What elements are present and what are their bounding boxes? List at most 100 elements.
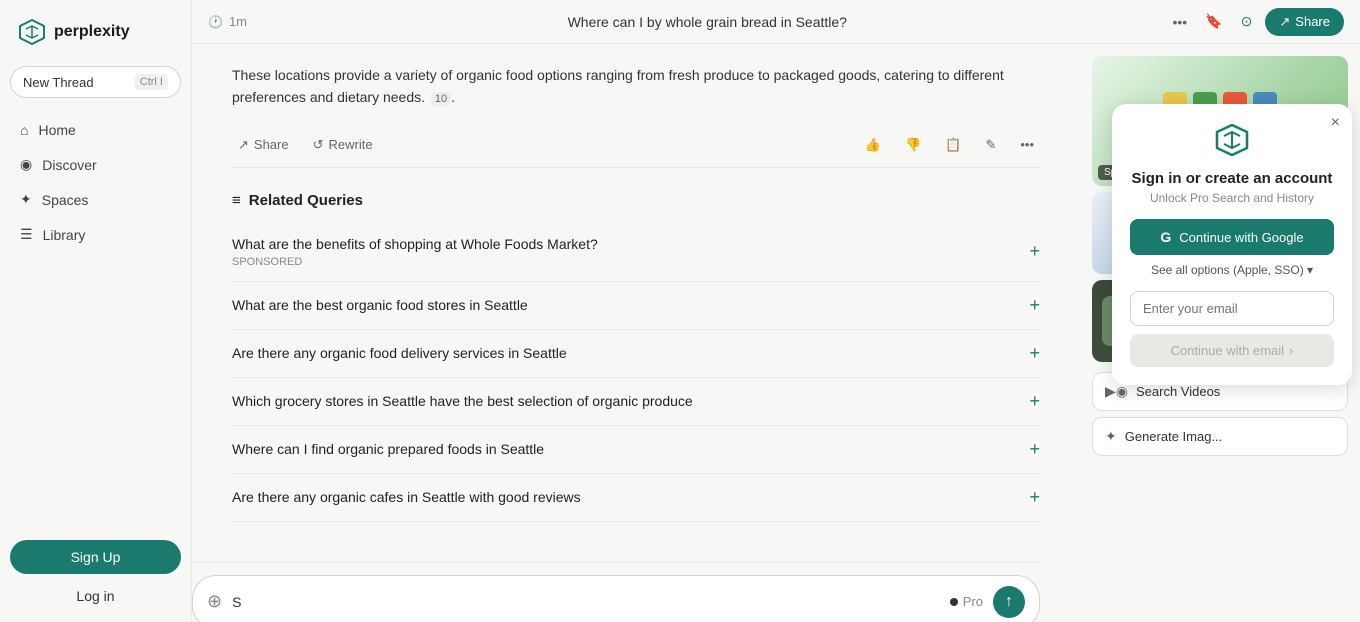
content-text: These locations provide a variety of org…	[232, 64, 1040, 109]
related-item-0[interactable]: What are the benefits of shopping at Who…	[232, 223, 1040, 282]
sidebar-item-home[interactable]: ⌂ Home	[10, 114, 181, 146]
share-icon: ↗	[1279, 14, 1290, 30]
related-header: ≡ Related Queries	[232, 192, 1040, 209]
popup-title: Sign in or create an account	[1130, 170, 1334, 187]
sign-up-button[interactable]: Sign Up	[10, 540, 181, 574]
google-signin-button[interactable]: G Continue with Google	[1130, 219, 1334, 255]
edit-icon: ✎	[985, 137, 996, 153]
topbar-actions: ••• 🔖 ⊙ ↗ Share	[1168, 8, 1345, 36]
plus-icon: +	[1029, 295, 1040, 316]
bookmark-button[interactable]: 🔖	[1200, 8, 1227, 35]
right-panel: So many ways to save. Sponsored Seattle …	[1080, 44, 1360, 622]
new-thread-label: New Thread	[23, 75, 94, 90]
thumbs-down-button[interactable]: 👎	[899, 133, 927, 157]
sponsored-label: SPONSORED	[232, 256, 598, 268]
clock-icon: 🕐	[208, 15, 223, 29]
thumbs-up-button[interactable]: 👍	[859, 133, 887, 157]
sidebar-item-label: Spaces	[42, 192, 89, 208]
input-area: ⊕ Pro ↑	[192, 562, 1040, 622]
related-item-3[interactable]: Which grocery stores in Seattle have the…	[232, 378, 1040, 426]
share-action-button[interactable]: ↗ Share	[232, 133, 295, 157]
share-action-label: Share	[254, 137, 289, 152]
more-button[interactable]: •••	[1014, 133, 1040, 156]
logo: perplexity	[10, 12, 181, 52]
generate-image-label: Generate Imag...	[1125, 429, 1223, 444]
login-button[interactable]: Log in	[10, 582, 181, 610]
share-label: Share	[1295, 14, 1330, 29]
sidebar-item-library[interactable]: ☰ Library	[10, 218, 181, 251]
rewrite-icon: ↺	[313, 137, 324, 153]
all-options-link[interactable]: See all options (Apple, SSO) ▾	[1130, 263, 1334, 277]
plus-icon: +	[1029, 391, 1040, 412]
new-thread-shortcut: Ctrl I	[135, 74, 168, 90]
share-button[interactable]: ↗ Share	[1265, 8, 1344, 36]
popup-subtitle: Unlock Pro Search and History	[1130, 191, 1334, 205]
related-item-text: Where can I find organic prepared foods …	[232, 441, 544, 457]
related-item-text: Are there any organic food delivery serv…	[232, 345, 567, 361]
related-item-4[interactable]: Where can I find organic prepared foods …	[232, 426, 1040, 474]
logo-text: perplexity	[54, 23, 130, 41]
copy-button[interactable]: 📋	[939, 133, 967, 157]
related-queries-icon: ≡	[232, 192, 241, 209]
content-area: These locations provide a variety of org…	[192, 44, 1360, 622]
copy-icon: 📋	[945, 137, 961, 153]
thumbs-down-icon: 👎	[905, 137, 921, 153]
popup-perplexity-icon	[1214, 122, 1250, 158]
plus-icon: +	[1029, 343, 1040, 364]
related-item-2[interactable]: Are there any organic food delivery serv…	[232, 330, 1040, 378]
generate-image-button[interactable]: ✦ Generate Imag...	[1092, 417, 1348, 456]
add-attachment-button[interactable]: ⊕	[207, 591, 222, 612]
related-header-text: Related Queries	[249, 192, 363, 209]
plus-icon: +	[1029, 487, 1040, 508]
search-videos-label: Search Videos	[1136, 384, 1220, 399]
sidebar-item-spaces[interactable]: ✦ Spaces	[10, 183, 181, 216]
related-item-text: Which grocery stores in Seattle have the…	[232, 393, 693, 409]
submit-icon: ↑	[1005, 593, 1013, 611]
new-thread-button[interactable]: New Thread Ctrl I	[10, 66, 181, 98]
signin-popup: × Sign in or create an account Unlock Pr…	[1112, 104, 1352, 385]
topbar-title: Where can I by whole grain bread in Seat…	[568, 14, 847, 30]
action-bar: ↗ Share ↺ Rewrite 👍 👎 📋 ✎	[232, 123, 1040, 168]
email-input[interactable]	[1130, 291, 1334, 326]
topbar-meta: 🕐 1m	[208, 14, 247, 29]
related-item-text: What are the best organic food stores in…	[232, 297, 528, 313]
edit-button[interactable]: ✎	[979, 133, 1002, 157]
spaces-icon: ✦	[20, 191, 32, 208]
main-area: 🕐 1m Where can I by whole grain bread in…	[192, 0, 1360, 622]
arrow-right-icon: ›	[1289, 343, 1293, 358]
library-icon: ☰	[20, 226, 33, 243]
rewrite-button[interactable]: ↺ Rewrite	[307, 133, 379, 157]
sidebar-item-label: Discover	[42, 157, 96, 173]
popup-close-button[interactable]: ×	[1331, 114, 1340, 132]
sidebar-item-label: Library	[43, 227, 86, 243]
sidebar-item-label: Home	[38, 122, 75, 138]
related-item-text: Are there any organic cafes in Seattle w…	[232, 489, 581, 505]
rewrite-label: Rewrite	[329, 137, 373, 152]
pro-badge: Pro	[950, 594, 983, 609]
continue-email-label: Continue with email	[1171, 343, 1284, 358]
footnote: 10	[431, 92, 451, 106]
sidebar-item-discover[interactable]: ◉ Discover	[10, 148, 181, 181]
google-icon: G	[1160, 229, 1171, 245]
topbar: 🕐 1m Where can I by whole grain bread in…	[192, 0, 1360, 44]
related-item-1[interactable]: What are the best organic food stores in…	[232, 282, 1040, 330]
chevron-down-icon: ▾	[1307, 263, 1313, 277]
search-input[interactable]	[232, 594, 940, 610]
pro-label: Pro	[963, 594, 983, 609]
plus-icon: +	[1029, 439, 1040, 460]
focus-button[interactable]: ⊙	[1236, 8, 1258, 35]
input-wrapper: ⊕ Pro ↑	[192, 575, 1040, 622]
continue-email-button[interactable]: Continue with email ›	[1130, 334, 1334, 367]
share-action-icon: ↗	[238, 137, 249, 153]
plus-icon: +	[1029, 241, 1040, 262]
google-signin-label: Continue with Google	[1179, 230, 1303, 245]
thumbs-up-icon: 👍	[865, 137, 881, 153]
related-item-5[interactable]: Are there any organic cafes in Seattle w…	[232, 474, 1040, 522]
submit-button[interactable]: ↑	[993, 586, 1025, 618]
time-label: 1m	[229, 14, 247, 29]
discover-icon: ◉	[20, 156, 32, 173]
more-options-button[interactable]: •••	[1168, 9, 1193, 35]
related-item-text: What are the benefits of shopping at Who…	[232, 236, 598, 252]
home-icon: ⌂	[20, 122, 28, 138]
generate-image-icon: ✦	[1105, 428, 1117, 445]
